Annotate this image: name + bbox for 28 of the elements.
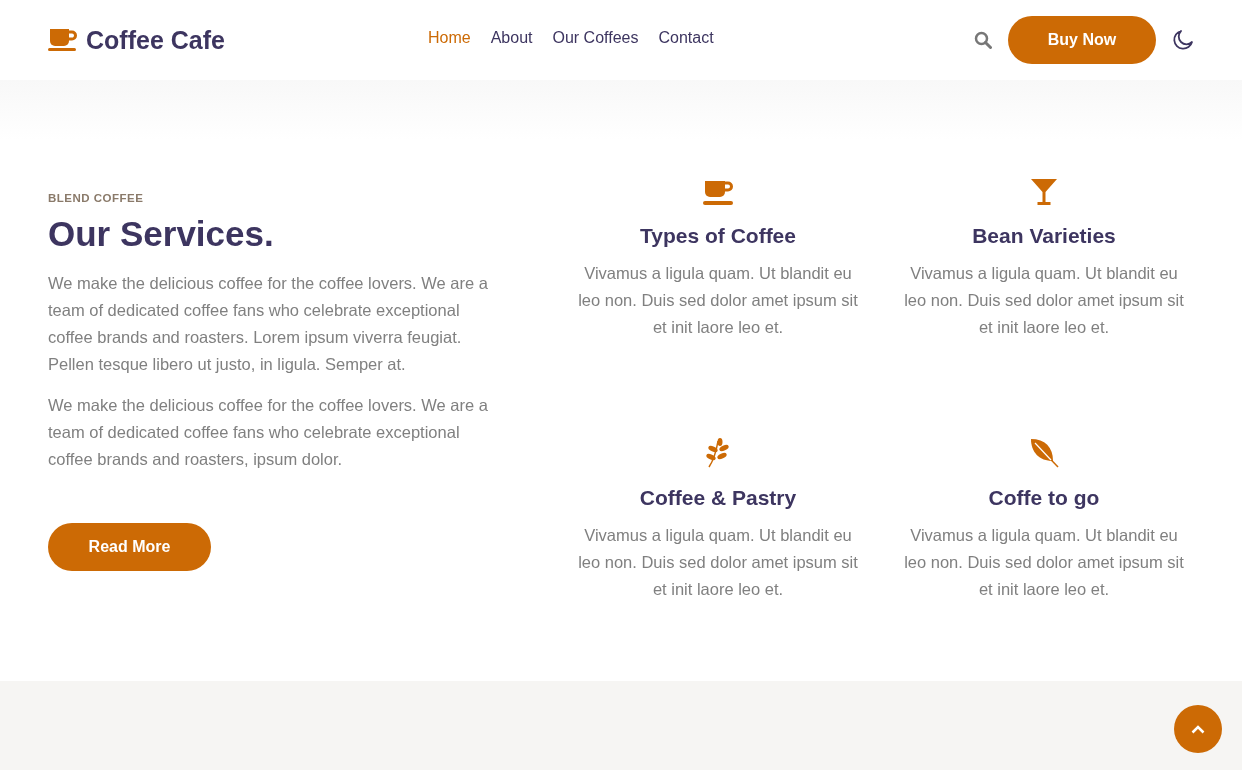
service-description: Vivamus a ligula quam. Ut blandit eu leo non. Duis sed dolor amet ipsum sit et init laore leo et. [577,524,859,600]
coffee-cup-icon [48,28,78,52]
nav-link[interactable]: Contact [658,29,714,47]
brand-name: Coffee Cafe [86,25,225,55]
moon-icon[interactable] [1172,29,1194,51]
nav-link[interactable]: Our Coffees [552,29,639,47]
service-description: Vivamus a ligula quam. Ut blandit eu leo non. Duis sed dolor amet ipsum sit et init laore leo et. [577,263,859,338]
service-title: Bean Varieties [972,224,1116,248]
service-title: Coffe to go [988,485,1100,510]
service-description: Vivamus a ligula quam. Ut blandit eu leo non. Duis sed dolor amet ipsum sit et init laore leo et. [903,263,1185,338]
sprig-icon [705,437,731,468]
read-more-button[interactable]: Read More [48,523,211,571]
section-heading: Our Services. [48,214,275,254]
intro-paragraph: We make the delicious coffee for the coffee lovers. We are a team of dedicated coffee fans who celebrate exceptional coffee brands and roasters, ipsum dolor. [48,395,489,470]
search-icon[interactable] [974,31,992,49]
caret-up-icon [1191,724,1205,734]
cocktail-glass-icon [1030,178,1058,206]
service-title: Coffee & Pastry [639,485,797,510]
section-eyebrow: BLEND COFFEE [48,192,145,204]
intro-paragraph: We make the delicious coffee for the coffee lovers. We are a team of dedicated coffee fans who celebrate exceptional coffee brands and roasters. Lorem ipsum viverra feugiat. Pellen tesque libero ut justo, in ligula. Semper at. [48,273,489,375]
service-title: Types of Coffee [640,224,796,248]
buy-now-button[interactable]: Buy Now [1008,16,1156,64]
nav-link[interactable]: Home [428,29,471,47]
coffee-cup-icon [702,180,734,206]
nav-link[interactable]: About [490,29,533,47]
leaf-icon [1029,437,1059,468]
scroll-to-top-button[interactable] [1174,705,1222,753]
service-description: Vivamus a ligula quam. Ut blandit eu leo non. Duis sed dolor amet ipsum sit et init laore leo et. [903,524,1185,600]
